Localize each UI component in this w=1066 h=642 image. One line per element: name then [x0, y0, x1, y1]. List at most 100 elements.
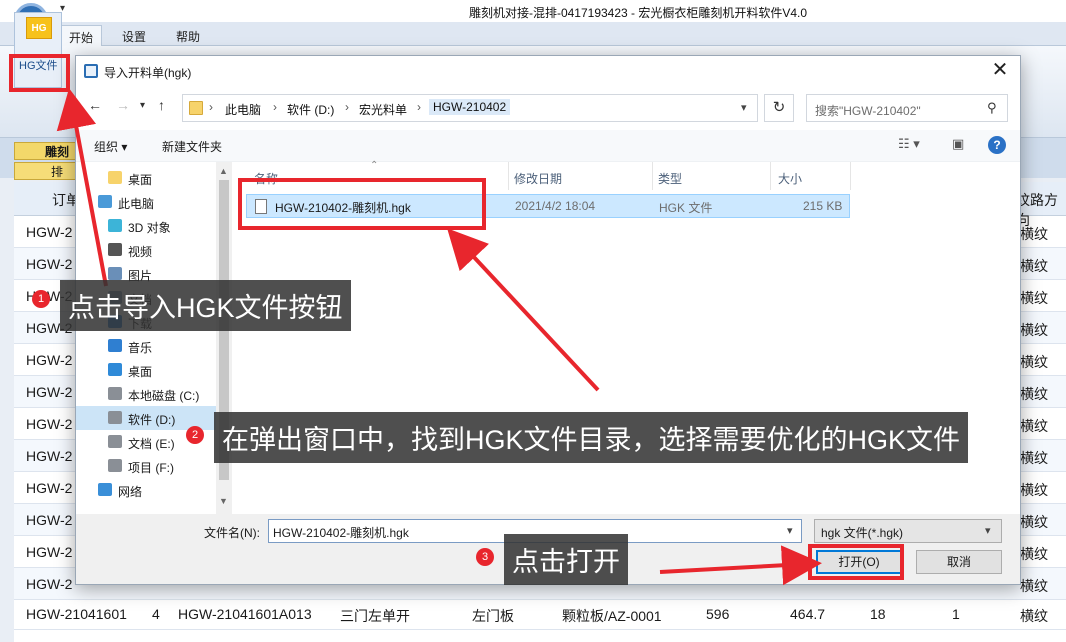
tab-help[interactable]: 帮助 [168, 25, 208, 46]
ribbon-tabs: 开始 设置 帮助 [0, 22, 1066, 46]
table-row[interactable]: HGW-21041601 4 HGW-21041601A013 三门左单开 左门… [14, 598, 1066, 630]
search-icon[interactable]: ⚲ [987, 100, 997, 116]
cell-grain: 横纹 [1020, 258, 1048, 274]
sidebar-item[interactable]: 网络 [76, 478, 216, 502]
filetype-select[interactable]: hgk 文件(*.hgk) ▾ [814, 519, 1002, 543]
column-modified[interactable]: 修改日期 [514, 170, 562, 187]
search-placeholder: 搜索"HGW-210402" [815, 104, 921, 118]
step-3-badge: 3 [476, 548, 494, 566]
refresh-icon[interactable]: ↻ [764, 94, 794, 122]
cell-grain: 横纹 [1020, 290, 1048, 306]
cell-qty: 1 [952, 606, 960, 622]
sidebar-item[interactable]: 3D 对象 [76, 214, 216, 238]
cancel-button[interactable]: 取消 [916, 550, 1002, 574]
forward-arrow-icon[interactable]: → [116, 97, 130, 113]
cell-order: HGW-2 [26, 448, 73, 464]
navigation-pane: 桌面此电脑3D 对象视频图片文档下载音乐桌面本地磁盘 (C:)软件 (D:)文档… [76, 162, 232, 514]
organize-button[interactable]: 组织 ▾ [94, 138, 127, 155]
cell-grain: 横纹 [1020, 608, 1048, 624]
chevron-down-icon[interactable]: ▾ [787, 524, 793, 537]
step-1-badge: 1 [32, 290, 50, 308]
file-type: HGK 文件 [659, 201, 713, 215]
file-modified: 2021/4/2 18:04 [515, 199, 596, 213]
sidebar-item-label: 项目 (F:) [128, 461, 174, 475]
filename-value: HGW-210402-雕刻机.hgk [273, 526, 409, 540]
column-divider[interactable] [850, 162, 851, 190]
sidebar-item-label: 本地磁盘 (C:) [128, 389, 200, 403]
cell-part: 左门板 [472, 608, 514, 624]
tab-nesting[interactable]: 排 [14, 162, 84, 180]
cell-order: HGW-2 [26, 352, 73, 368]
column-type[interactable]: 类型 [658, 170, 682, 187]
help-icon[interactable]: ? [988, 136, 1006, 154]
scroll-up-icon[interactable]: ▲ [219, 166, 228, 176]
new-folder-button[interactable]: 新建文件夹 [162, 138, 222, 155]
up-arrow-icon[interactable]: ↑ [158, 97, 165, 113]
sidebar-item-label: 视频 [128, 245, 153, 259]
step-2-callout: 在弹出窗口中，找到HGK文件目录，选择需要优化的HGK文件 [214, 412, 969, 463]
cell-order: HGW-2 [26, 416, 73, 432]
chevron-right-icon[interactable]: › [273, 100, 277, 114]
chevron-down-icon[interactable]: ▾ [741, 101, 747, 114]
cell-grain: 横纹 [1020, 546, 1048, 562]
cell-order: HGW-2 [26, 256, 73, 272]
tab-settings[interactable]: 设置 [114, 25, 154, 46]
sidebar-item-label: 软件 (D:) [128, 413, 176, 427]
highlight-box-hg-button [9, 54, 70, 92]
chevron-right-icon[interactable]: › [345, 100, 349, 114]
sidebar-item[interactable]: 桌面 [76, 358, 216, 382]
view-options-icon[interactable]: ☷ ▾ [898, 136, 920, 152]
address-bar[interactable]: › 此电脑 › 软件 (D:) › 宏光料单 › HGW-210402 ▾ [182, 94, 758, 122]
cell-grain: 横纹 [1020, 322, 1048, 338]
cell-order: HGW-21041601 [26, 606, 127, 622]
preview-pane-icon[interactable]: ▣ [952, 136, 964, 152]
recent-locations-icon[interactable]: ▾ [140, 100, 145, 111]
sidebar-item-label: 桌面 [128, 173, 153, 187]
column-divider[interactable] [652, 162, 653, 190]
breadcrumb-this-pc[interactable]: 此电脑 [225, 101, 261, 118]
search-input[interactable]: 搜索"HGW-210402" ⚲ [806, 94, 1008, 122]
chevron-right-icon[interactable]: › [417, 100, 421, 114]
step-3-callout: 点击打开 [504, 534, 628, 585]
step-1-callout: 点击导入HGK文件按钮 [60, 280, 351, 331]
breadcrumb-drive-d[interactable]: 软件 (D:) [287, 101, 334, 118]
sidebar-item-label: 网络 [118, 485, 143, 499]
tab-engraving[interactable]: 雕刻 [14, 142, 84, 160]
chevron-down-icon[interactable]: ▾ [985, 524, 991, 537]
sidebar-item-label: 音乐 [128, 341, 153, 355]
cell-width: 464.7 [790, 606, 826, 622]
cell-thick: 18 [870, 606, 886, 622]
sidebar-item[interactable]: 视频 [76, 238, 216, 262]
highlight-box-file [238, 178, 486, 230]
close-icon[interactable]: ✕ [988, 60, 1012, 82]
column-divider[interactable] [770, 162, 771, 190]
filename-label: 文件名(N): [204, 526, 260, 540]
sidebar-item[interactable]: 桌面 [76, 166, 216, 190]
back-arrow-icon[interactable]: ← [88, 97, 102, 113]
scroll-down-icon[interactable]: ▼ [219, 496, 228, 506]
highlight-box-open [808, 544, 904, 580]
app-titlebar: 雕刻机对接-混排-0417193423 - 宏光橱衣柜雕刻机开料软件V4.0 [0, 0, 1066, 22]
navigation-bar: ← → ▾ ↑ › 此电脑 › 软件 (D:) › 宏光料单 › HGW-210… [76, 90, 1020, 124]
column-divider[interactable] [508, 162, 509, 190]
sidebar-item[interactable]: 项目 (F:) [76, 454, 216, 478]
breadcrumb-folder[interactable]: 宏光料单 [359, 101, 407, 118]
dialog-toolbar: 组织 ▾ 新建文件夹 ☷ ▾ ▣ ? [76, 130, 1020, 162]
sidebar-item[interactable]: 此电脑 [76, 190, 216, 214]
sidebar-item[interactable]: 音乐 [76, 334, 216, 358]
chevron-right-icon[interactable]: › [209, 100, 213, 114]
sidebar-item[interactable]: 本地磁盘 (C:) [76, 382, 216, 406]
column-size[interactable]: 大小 [778, 170, 802, 187]
cell-grain: 横纹 [1020, 482, 1048, 498]
tab-start[interactable]: 开始 [60, 25, 103, 46]
dialog-title: 导入开料单(hgk) [104, 66, 192, 80]
cell-grain: 横纹 [1020, 514, 1048, 530]
drive-icon [108, 459, 122, 472]
app-title: 雕刻机对接-混排-0417193423 - 宏光橱衣柜雕刻机开料软件V4.0 [468, 6, 808, 20]
drive-icon [108, 435, 122, 448]
cell-material: 颗粒板/AZ-0001 [562, 608, 662, 624]
cell-seq: 4 [152, 606, 160, 622]
breadcrumb-current[interactable]: HGW-210402 [429, 99, 511, 115]
sidebar-item-label: 桌面 [128, 365, 153, 379]
music-icon [108, 339, 122, 352]
